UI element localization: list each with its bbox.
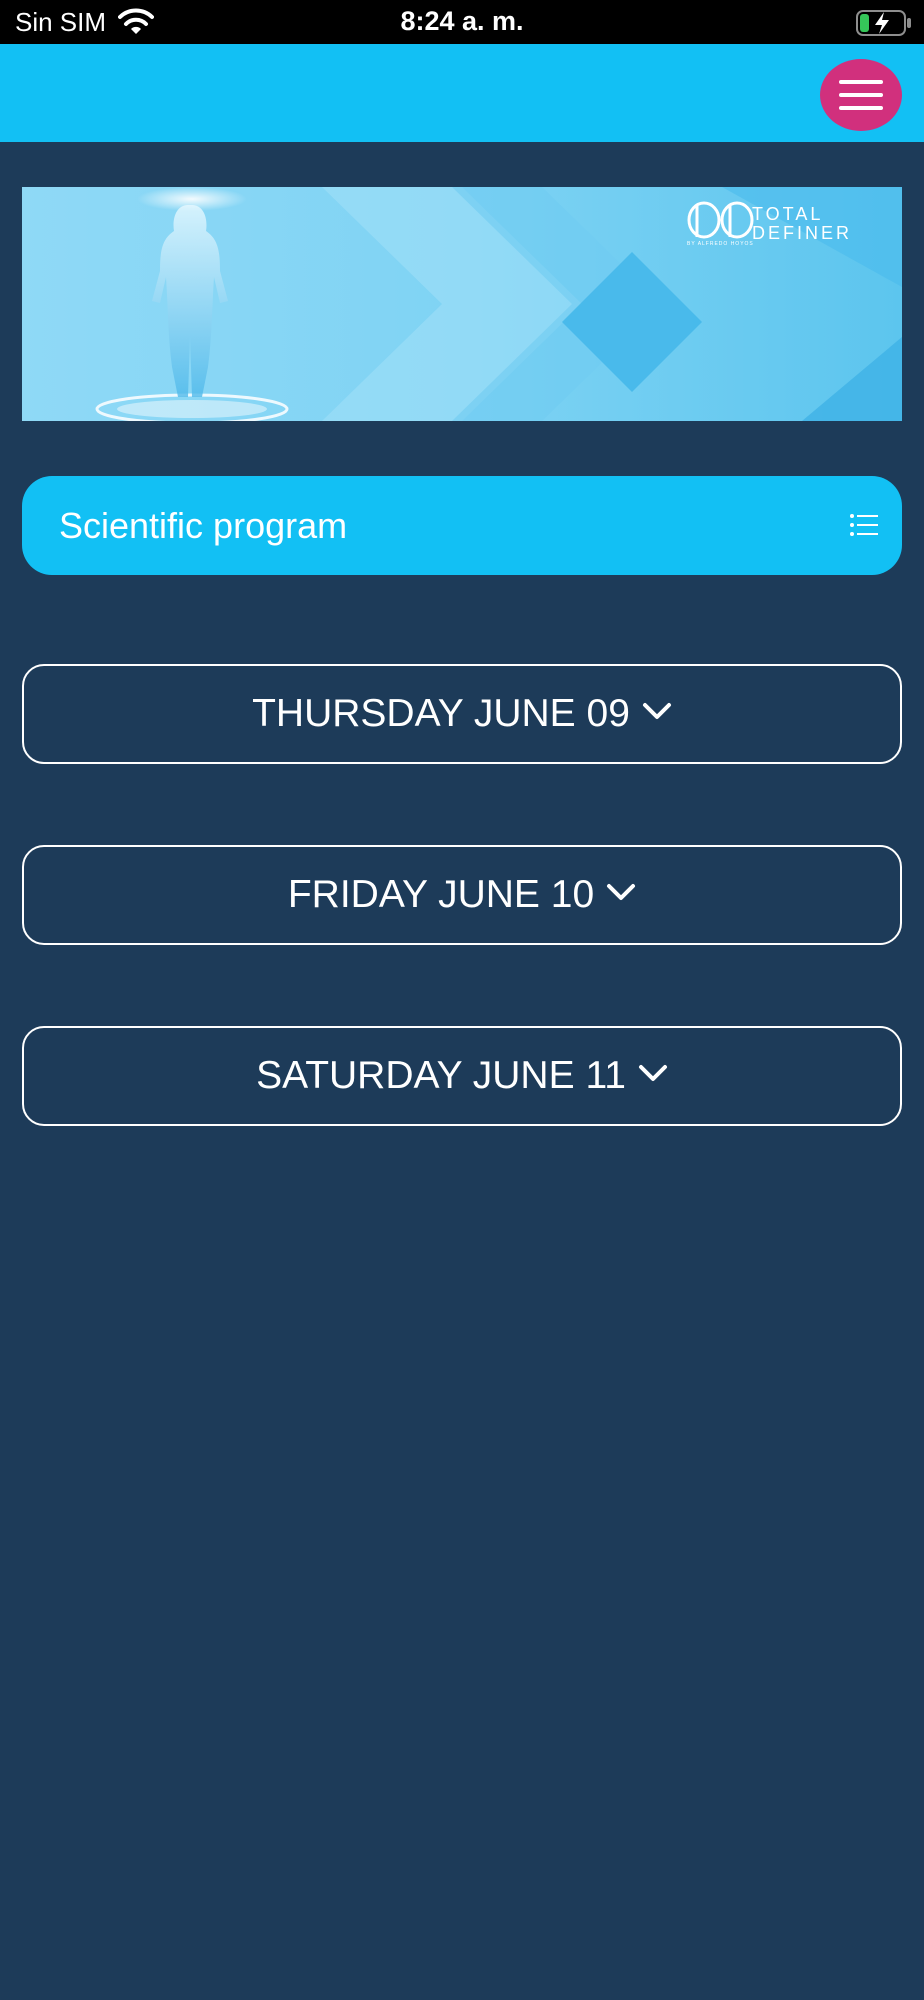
day-label: FRIDAY JUNE 10 [287,873,595,916]
day-saturday-button[interactable]: SATURDAY JUNE 11 [22,1026,902,1126]
day-thursday-button[interactable]: THURSDAY JUNE 09 [22,664,902,764]
banner-graphic: TOTAL DEFINER BY ALFREDO HOYOS [22,187,902,421]
menu-button[interactable] [820,59,902,131]
app-header [0,44,924,142]
svg-text:TOTAL: TOTAL [752,204,823,224]
scientific-program-bar[interactable]: Scientific program [22,476,902,575]
day-label: THURSDAY JUNE 09 [252,692,630,735]
chevron-down-icon [638,1065,667,1081]
svg-text:DEFINER: DEFINER [752,223,852,243]
list-icon [850,514,878,536]
clock: 8:24 a. m. [400,6,524,36]
svg-text:BY ALFREDO HOYOS: BY ALFREDO HOYOS [687,241,754,247]
battery-charging-icon [856,10,911,36]
hamburger-menu-icon [839,80,883,110]
promo-banner: TOTAL DEFINER BY ALFREDO HOYOS [22,187,902,421]
chevron-down-icon [607,884,636,900]
day-friday-button[interactable]: FRIDAY JUNE 10 [22,845,902,945]
scientific-program-label: Scientific program [59,505,348,546]
chevron-down-icon [642,703,671,719]
day-label: SATURDAY JUNE 11 [256,1054,626,1097]
status-bar: Sin SIM 8:24 a. m. [0,0,924,44]
